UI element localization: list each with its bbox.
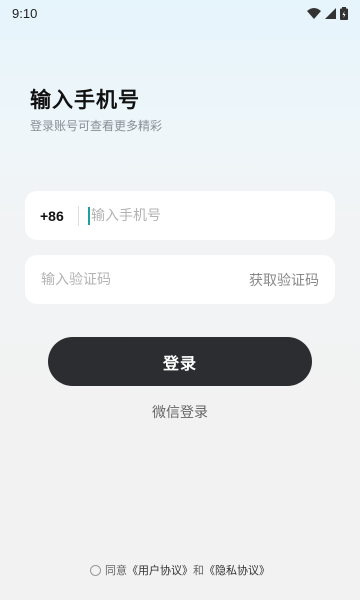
phone-input[interactable] (91, 207, 335, 224)
page-title: 输入手机号 (30, 88, 140, 112)
agreement-checkbox[interactable] (90, 564, 101, 576)
agreement-conjunction: 和 (193, 564, 204, 577)
get-code-button[interactable]: 获取验证码 (249, 270, 319, 290)
battery-icon (340, 6, 348, 20)
country-code[interactable]: +86 (40, 208, 78, 224)
text-caret (88, 206, 90, 225)
phone-field[interactable]: +86 (25, 191, 335, 240)
wechat-login-link[interactable]: 微信登录 (0, 402, 360, 422)
login-button[interactable]: 登录 (48, 337, 312, 386)
wifi-icon (307, 7, 321, 19)
page-subtitle: 登录账号可查看更多精彩 (30, 119, 163, 133)
agreement-prefix: 同意 (105, 564, 127, 577)
privacy-policy-link[interactable]: 《隐私协议》 (204, 562, 270, 578)
signal-icon (325, 7, 336, 19)
verification-code-field[interactable]: 获取验证码 (25, 255, 335, 304)
field-divider (78, 205, 79, 226)
user-agreement-link[interactable]: 《用户协议》 (127, 562, 193, 578)
agreement-row: 同意 《用户协议》 和 《隐私协议》 (0, 562, 360, 578)
verification-code-input[interactable] (41, 271, 249, 288)
status-time: 9:10 (12, 5, 38, 21)
status-icons (307, 6, 348, 20)
status-bar: 9:10 (0, 0, 360, 26)
